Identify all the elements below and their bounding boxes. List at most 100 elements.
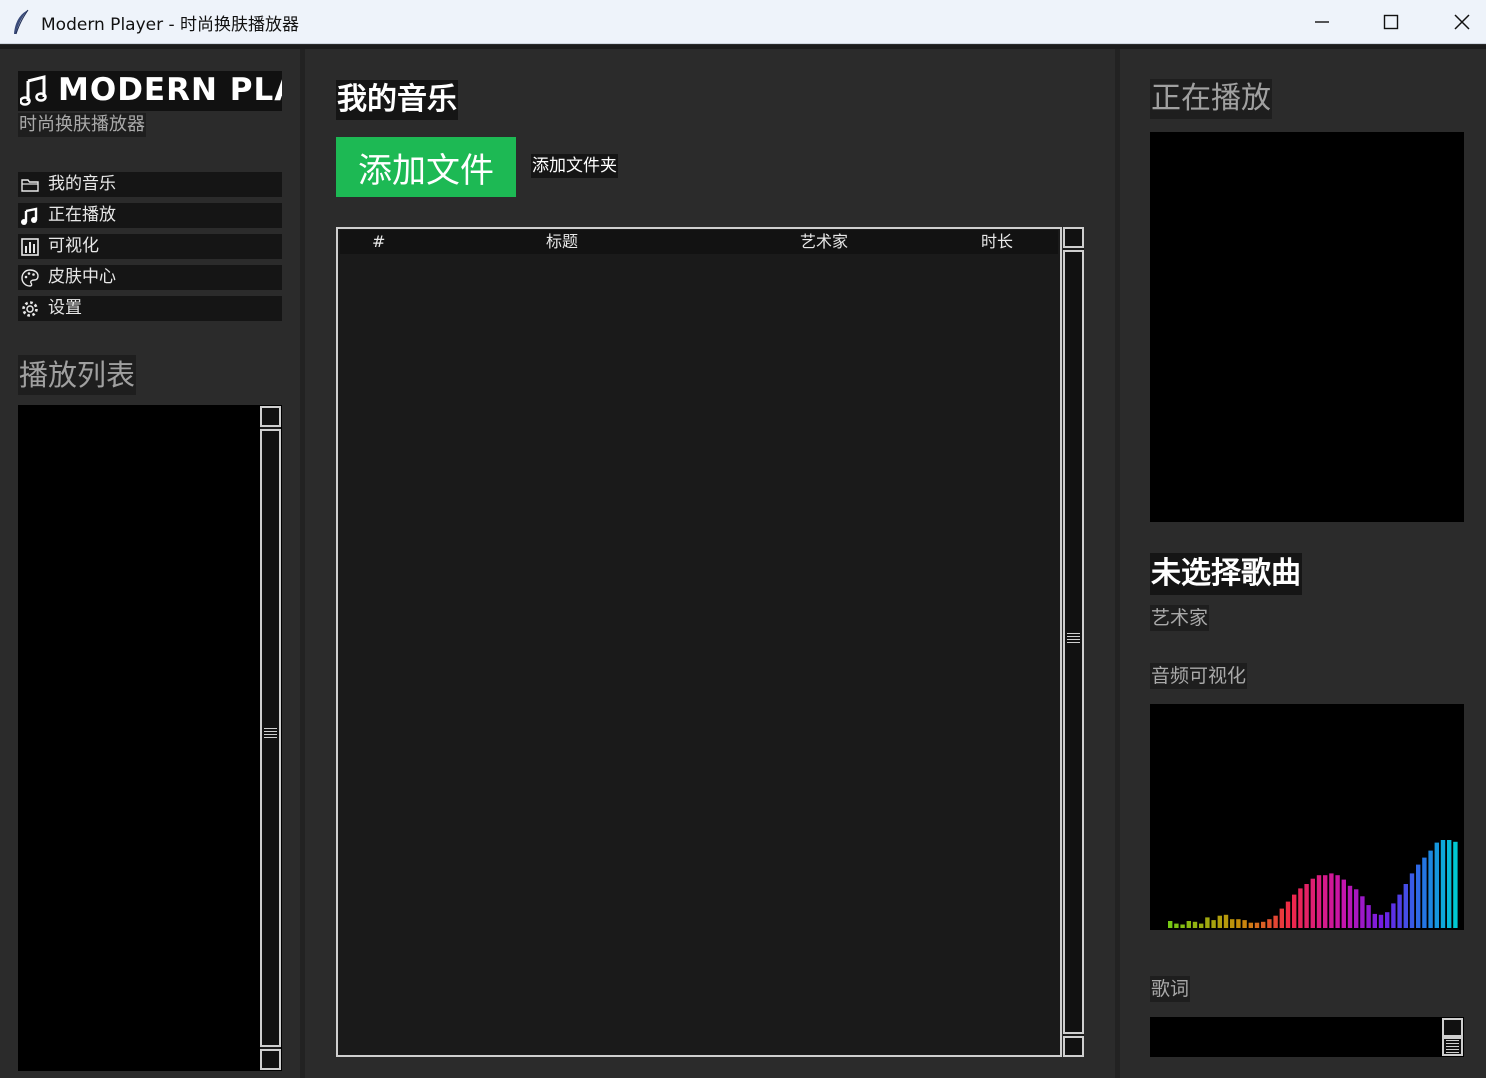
nav-item-now-playing[interactable]: 正在播放 <box>18 203 282 228</box>
feather-icon <box>14 9 29 35</box>
nav-label: 正在播放 <box>48 205 116 225</box>
audio-visualizer <box>1150 704 1464 930</box>
spectrum-bar <box>1341 879 1346 928</box>
playlist-list[interactable] <box>18 405 282 1071</box>
nav-label: 皮肤中心 <box>48 267 116 287</box>
maximize-icon <box>1383 14 1399 30</box>
window-titlebar: Modern Player - 时尚换肤播放器 <box>0 0 1486 44</box>
spectrum-bar <box>1279 908 1284 928</box>
sidebar: MODERN PLAYER 时尚换肤播放器 我的音乐 正在播放 可视化 皮肤中心… <box>0 49 300 1078</box>
playlist-title: 播放列表 <box>18 355 137 395</box>
spectrum-bar <box>1267 919 1272 928</box>
folder-icon <box>21 179 39 192</box>
spectrum-bar <box>1447 840 1452 928</box>
window-title: Modern Player - 时尚换肤播放器 <box>41 15 300 35</box>
add-folder-button[interactable]: 添加文件夹 <box>531 154 618 178</box>
spectrum-bar <box>1236 919 1241 928</box>
scroll-up-arrow[interactable] <box>260 406 281 427</box>
spectrum-bar <box>1354 889 1359 928</box>
scroll-down-arrow[interactable] <box>260 1049 281 1070</box>
column-header-artist[interactable]: 艺术家 <box>800 230 848 254</box>
spectrum-bar <box>1199 923 1204 928</box>
song-artist: 艺术家 <box>1150 605 1210 631</box>
close-icon <box>1454 14 1470 30</box>
song-table[interactable]: # 标题 艺术家 时长 <box>336 227 1062 1057</box>
spectrum-bar <box>1292 894 1297 928</box>
spectrum-bar <box>1453 841 1458 928</box>
spectrum-bar <box>1180 924 1185 928</box>
spectrum-bar <box>1230 919 1235 928</box>
spectrum-bar <box>1192 921 1198 928</box>
scroll-up-arrow[interactable] <box>1063 227 1084 248</box>
spectrum-bar <box>1366 905 1371 928</box>
maximize-button[interactable] <box>1357 0 1425 44</box>
album-cover <box>1150 132 1464 522</box>
nav-label: 设置 <box>48 298 82 318</box>
app-body: MODERN PLAYER 时尚换肤播放器 我的音乐 正在播放 可视化 皮肤中心… <box>0 45 1486 1078</box>
music-note-icon <box>21 207 38 225</box>
spectrum-bar <box>1310 878 1315 928</box>
spectrum-bar <box>1298 888 1303 928</box>
spectrum-bar <box>1254 922 1260 928</box>
now-playing-title: 正在播放 <box>1150 79 1272 119</box>
scroll-thumb[interactable] <box>260 429 281 1047</box>
spectrum-bar <box>1440 840 1446 928</box>
spectrum-bar <box>1409 873 1415 928</box>
table-header: # 标题 艺术家 时长 <box>340 230 1058 254</box>
spectrum-bar <box>1347 885 1353 928</box>
spectrum-bar <box>1360 896 1365 928</box>
brand-subtitle: 时尚换肤播放器 <box>18 113 146 137</box>
spectrum-bar <box>1323 875 1328 928</box>
spectrum-bar <box>1304 884 1309 928</box>
page-title: 我的音乐 <box>336 80 458 120</box>
spectrum-bar <box>1248 922 1253 928</box>
column-header-index[interactable]: # <box>372 230 385 254</box>
gear-icon <box>22 301 38 317</box>
spectrum-bar <box>1428 850 1433 928</box>
spectrum-bar <box>1434 842 1439 928</box>
spectrum-bar <box>1397 894 1402 928</box>
spectrum-bar <box>1329 873 1334 928</box>
scroll-thumb[interactable] <box>1442 1037 1463 1056</box>
spectrum-bar <box>1391 903 1396 928</box>
nav-label: 我的音乐 <box>48 174 116 194</box>
scroll-down-arrow[interactable] <box>1063 1036 1084 1057</box>
minimize-button[interactable] <box>1288 0 1356 44</box>
lyrics-view[interactable] <box>1150 1017 1464 1057</box>
spectrum-bars <box>1168 840 1458 928</box>
palette-icon <box>21 269 39 287</box>
spectrum-bar <box>1223 914 1229 928</box>
brand-title: MODERN PLAYER <box>58 72 282 108</box>
spectrum-bar <box>1285 901 1291 928</box>
spectrum-bar <box>1335 875 1340 928</box>
library-panel: 我的音乐 添加文件 添加文件夹 # 标题 艺术家 时长 <box>305 49 1115 1078</box>
nav-item-settings[interactable]: 设置 <box>18 296 282 321</box>
spectrum-bar <box>1242 920 1247 928</box>
spectrum-bar <box>1385 912 1390 928</box>
spectrum-bar <box>1211 920 1216 928</box>
add-file-button[interactable]: 添加文件 <box>336 137 516 197</box>
scroll-thumb[interactable] <box>1063 250 1084 1034</box>
lyrics-scrollbar[interactable] <box>1442 1018 1463 1056</box>
scroll-up-arrow[interactable] <box>1442 1018 1463 1037</box>
spectrum-bar <box>1273 915 1278 928</box>
nav-item-skin-center[interactable]: 皮肤中心 <box>18 265 282 290</box>
spectrum-bar <box>1217 915 1222 928</box>
lyrics-label: 歌词 <box>1150 976 1191 1002</box>
playlist-scrollbar[interactable] <box>260 406 281 1070</box>
column-header-duration[interactable]: 时长 <box>981 230 1013 254</box>
spectrum-bar <box>1316 875 1322 928</box>
bar-chart-icon <box>21 238 39 256</box>
song-title: 未选择歌曲 <box>1150 553 1302 595</box>
column-header-title[interactable]: 标题 <box>546 230 578 254</box>
song-table-scrollbar[interactable] <box>1063 227 1084 1057</box>
nav-label: 可视化 <box>48 236 99 256</box>
nav-item-my-music[interactable]: 我的音乐 <box>18 172 282 197</box>
close-button[interactable] <box>1428 0 1486 44</box>
spectrum-bar <box>1403 884 1408 928</box>
nav-item-visualizer[interactable]: 可视化 <box>18 234 282 259</box>
now-playing-panel: 正在播放 未选择歌曲 艺术家 音频可视化 歌词 <box>1120 49 1486 1078</box>
scroll-grip <box>264 728 277 740</box>
brand-logo: MODERN PLAYER <box>18 71 282 111</box>
scroll-grip <box>1446 1040 1459 1054</box>
